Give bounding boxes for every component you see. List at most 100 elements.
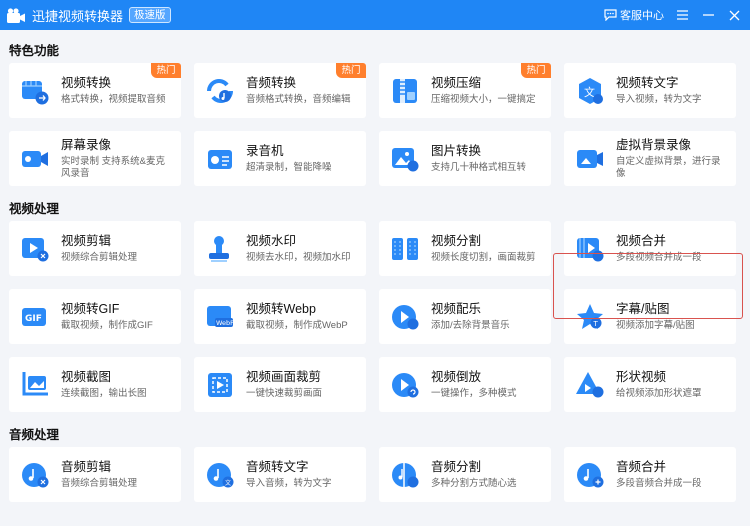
card-video-music[interactable]: 视频配乐 添加/去除背景音乐 bbox=[379, 289, 551, 344]
card-desc: 音频格式转换，音频编辑 bbox=[246, 94, 351, 105]
close-button[interactable] bbox=[726, 7, 742, 23]
card-screen-record[interactable]: 屏幕录像实时录制 支持系统&麦克风录音 bbox=[9, 131, 181, 186]
video-merge-icon bbox=[575, 234, 605, 264]
customer-service-button[interactable]: 客服中心 bbox=[604, 7, 664, 23]
svg-text:GIF: GIF bbox=[25, 314, 42, 324]
video-screenshot-icon bbox=[20, 370, 50, 400]
card-video-edit[interactable]: 视频剪辑视频综合剪辑处理 bbox=[9, 221, 181, 276]
card-video-crop[interactable]: 视频画面裁剪 一键快速裁剪画面 bbox=[194, 357, 366, 412]
card-video-reverse[interactable]: 视频倒放 一键操作，多种模式 bbox=[379, 357, 551, 412]
app-logo-icon bbox=[7, 7, 25, 23]
card-recorder[interactable]: 录音机超清录制，智能降噪 bbox=[194, 131, 366, 186]
card-desc: 自定义虚拟背景，进行录像 bbox=[616, 156, 721, 179]
card-video-watermark[interactable]: 视频水印视频去水印，视频加水印 bbox=[194, 221, 366, 276]
minimize-icon bbox=[702, 14, 714, 16]
card-image-convert[interactable]: 图片转换支持几十种格式相互转 bbox=[379, 131, 551, 186]
hot-badge: 热门 bbox=[151, 63, 181, 78]
hot-badge: 热门 bbox=[521, 63, 551, 78]
card-title: 录音机 bbox=[246, 144, 284, 158]
card-desc: 给视频添加形状遮罩 bbox=[616, 388, 702, 399]
card-video-screenshot[interactable]: 视频截图 连续截图，输出长图 bbox=[9, 357, 181, 412]
card-audio-convert[interactable]: 音频转换音频格式转换，音频编辑 热门 bbox=[194, 63, 366, 118]
hot-badge: 热门 bbox=[336, 63, 366, 78]
card-shape-video[interactable]: 形状视频给视频添加形状遮罩 bbox=[564, 357, 736, 412]
menu-button[interactable] bbox=[674, 7, 690, 23]
video-reverse-icon bbox=[390, 370, 420, 400]
app-title: 迅捷视频转换器 bbox=[32, 8, 124, 24]
subtitle-sticker-icon: T bbox=[575, 302, 605, 332]
card-desc: 多段视频合并成一段 bbox=[616, 252, 702, 263]
section-title-audio: 音频处理 bbox=[9, 428, 60, 442]
card-video-merge[interactable]: 视频合并多段视频合并成一段 bbox=[564, 221, 736, 276]
minimize-button[interactable] bbox=[700, 7, 716, 23]
customer-service-label: 客服中心 bbox=[620, 10, 664, 22]
card-audio-to-text[interactable]: 文 音频转文字 导入音频，转为文字 bbox=[194, 447, 366, 502]
svg-text:WebP: WebP bbox=[216, 319, 234, 327]
card-desc: 多种分割方式随心选 bbox=[431, 478, 517, 489]
svg-text:文: 文 bbox=[225, 479, 231, 487]
card-title: 形状视频 bbox=[616, 370, 667, 384]
virtual-bg-icon bbox=[575, 144, 605, 174]
shape-video-icon bbox=[575, 370, 605, 400]
card-video-to-gif[interactable]: GIF 视频转GIF 截取视频，制作成GIF bbox=[9, 289, 181, 344]
video-edit-icon bbox=[20, 234, 50, 264]
card-desc: 视频长度切割，画面裁剪 bbox=[431, 252, 536, 263]
screen-record-icon bbox=[20, 144, 50, 174]
card-title: 音频合并 bbox=[616, 460, 667, 474]
video-to-text-icon: 文 bbox=[575, 76, 605, 106]
card-title: 视频剪辑 bbox=[61, 234, 112, 248]
card-title: 视频水印 bbox=[246, 234, 297, 248]
card-title: 字幕/贴图 bbox=[616, 302, 670, 316]
card-subtitle-sticker[interactable]: T 字幕/贴图视频添加字幕/贴图 bbox=[564, 289, 736, 344]
card-desc: 多段音频合并成一段 bbox=[616, 478, 702, 489]
card-desc: 实时录制 支持系统&麦克风录音 bbox=[61, 156, 165, 179]
card-desc: 视频添加字幕/贴图 bbox=[616, 320, 695, 331]
card-title: 图片转换 bbox=[431, 144, 482, 158]
menu-icon bbox=[676, 10, 688, 20]
card-desc: 截取视频，制作成WebP bbox=[246, 320, 348, 331]
card-desc: 格式转换，视频提取音频 bbox=[61, 94, 166, 105]
card-video-compress[interactable]: 视频压缩 压缩视频大小，一键搞定 热门 bbox=[379, 63, 551, 118]
card-title: 视频配乐 bbox=[431, 302, 482, 316]
title-bar: 迅捷视频转换器 极速版 客服中心 bbox=[0, 0, 750, 30]
card-title: 音频剪辑 bbox=[61, 460, 112, 474]
card-title: 视频转Webp bbox=[246, 302, 316, 316]
image-convert-icon bbox=[390, 144, 420, 174]
card-desc: 视频去水印，视频加水印 bbox=[246, 252, 351, 263]
card-desc: 一键快速裁剪画面 bbox=[246, 388, 323, 399]
card-title: 视频合并 bbox=[616, 234, 667, 248]
recorder-icon bbox=[205, 144, 235, 174]
card-video-split[interactable]: 视频分割视频长度切割，画面裁剪 bbox=[379, 221, 551, 276]
audio-edit-icon bbox=[20, 460, 50, 490]
video-to-webp-icon: WebP bbox=[205, 302, 235, 332]
svg-text:T: T bbox=[593, 320, 599, 328]
card-desc: 视频综合剪辑处理 bbox=[61, 252, 138, 263]
card-title: 屏幕录像 bbox=[61, 138, 112, 152]
video-compress-icon bbox=[390, 76, 420, 106]
card-title: 音频转换 bbox=[246, 76, 297, 90]
card-audio-merge[interactable]: 音频合并多段音频合并成一段 bbox=[564, 447, 736, 502]
card-audio-edit[interactable]: 音频剪辑 音频综合剪辑处理 bbox=[9, 447, 181, 502]
card-title: 虚拟背景录像 bbox=[616, 138, 692, 152]
audio-merge-icon bbox=[575, 460, 605, 490]
card-desc: 超清录制，智能降噪 bbox=[246, 162, 332, 173]
card-title: 视频截图 bbox=[61, 370, 112, 384]
section-title-video: 视频处理 bbox=[9, 202, 60, 216]
card-title: 视频转文字 bbox=[616, 76, 679, 90]
video-convert-icon bbox=[20, 76, 50, 106]
video-music-icon bbox=[390, 302, 420, 332]
video-crop-icon bbox=[205, 370, 235, 400]
card-video-to-webp[interactable]: WebP 视频转Webp 截取视频，制作成WebP bbox=[194, 289, 366, 344]
section-title-featured: 特色功能 bbox=[9, 44, 60, 58]
card-desc: 支持几十种格式相互转 bbox=[431, 162, 527, 173]
close-icon bbox=[729, 10, 739, 20]
card-title: 视频分割 bbox=[431, 234, 482, 248]
card-video-to-text[interactable]: 文 视频转文字 导入视频，转为文字 bbox=[564, 63, 736, 118]
card-audio-split[interactable]: 音频分割多种分割方式随心选 bbox=[379, 447, 551, 502]
card-title: 音频分割 bbox=[431, 460, 482, 474]
card-desc: 压缩视频大小，一键搞定 bbox=[431, 94, 536, 105]
card-title: 视频倒放 bbox=[431, 370, 482, 384]
card-virtual-bg[interactable]: 虚拟背景录像自定义虚拟背景，进行录像 bbox=[564, 131, 736, 186]
card-desc: 导入音频，转为文字 bbox=[246, 478, 332, 489]
card-video-convert[interactable]: 视频转换 格式转换，视频提取音频 热门 bbox=[9, 63, 181, 118]
